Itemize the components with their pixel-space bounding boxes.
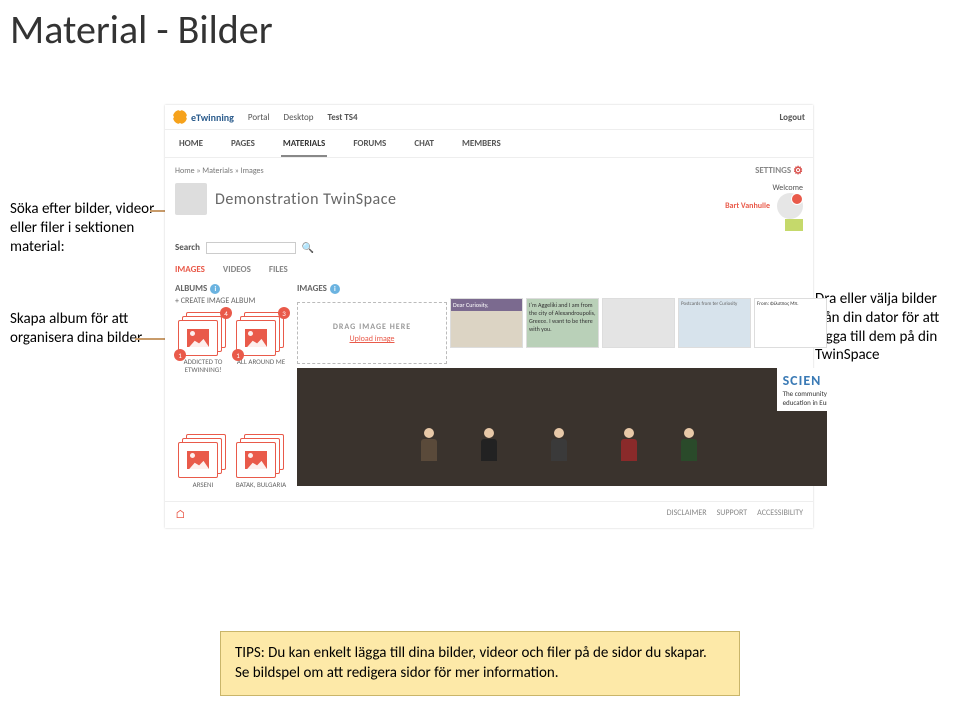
nav-members[interactable]: MEMBERS: [462, 138, 501, 149]
image-thumb[interactable]: I'm Aggeliki and I am from the city of A…: [526, 298, 599, 348]
home-icon[interactable]: ⌂: [175, 508, 186, 522]
material-tabs: IMAGES VIDEOS FILES: [165, 258, 813, 277]
scientix-overlay: SCIEN The community for s education in E…: [777, 368, 827, 411]
tab-images[interactable]: IMAGES: [175, 264, 205, 275]
info-icon[interactable]: i: [330, 284, 340, 294]
footer-disclaimer[interactable]: DISCLAIMER: [667, 508, 707, 522]
image-thumb[interactable]: Postcards from ter Curiosity: [678, 298, 751, 348]
callout-search: Söka efter bilder, videor eller filer i …: [10, 200, 155, 256]
album-count-badge: 4: [220, 307, 232, 319]
slide-title: Material - Bilder: [0, 0, 960, 59]
album-count-badge: 3: [278, 307, 290, 319]
album-item[interactable]: 3 1 ALL AROUND ME: [233, 312, 289, 374]
nav-forums[interactable]: FORUMS: [353, 138, 386, 149]
upload-link[interactable]: Upload image: [350, 334, 395, 344]
footer: ⌂ DISCLAIMER SUPPORT ACCESSIBILITY: [165, 501, 813, 528]
screenshot-frame: eTwinning Portal Desktop Test TS4 Logout…: [165, 105, 813, 528]
flower-icon: [173, 110, 187, 124]
create-album-link[interactable]: + CREATE IMAGE ALBUM: [175, 296, 255, 306]
image-thumb[interactable]: Dear Curiosity,: [450, 298, 523, 348]
callout-albums: Skapa album för att organisera dina bild…: [10, 310, 155, 348]
picture-icon: [187, 329, 209, 347]
picture-icon: [187, 451, 209, 469]
album-caption: BATAK, BULGARIA: [233, 480, 289, 489]
album-item[interactable]: 4 1 ADDICTED TO ETWINNING!: [175, 312, 231, 374]
picture-icon: [245, 451, 267, 469]
settings-link[interactable]: SETTINGS⚙: [755, 164, 803, 177]
brand-logo: eTwinning: [173, 110, 234, 124]
welcome-box: Welcome Bart Vanhulle: [725, 183, 803, 231]
album-caption: ARSENI: [175, 480, 231, 489]
tab-videos[interactable]: VIDEOS: [223, 264, 251, 275]
search-label: Search: [175, 242, 200, 253]
search-icon[interactable]: 🔍: [302, 241, 314, 254]
top-link-project[interactable]: Test TS4: [328, 112, 358, 123]
tip-box: TIPS: Du kan enkelt lägga till dina bild…: [220, 631, 740, 696]
large-image[interactable]: SCIEN The community for s education in E…: [297, 368, 827, 486]
tip-line2: Se bildspel om att redigera sidor för me…: [235, 664, 725, 684]
picture-icon: [245, 329, 267, 347]
nav-chat[interactable]: CHAT: [414, 138, 434, 149]
album-caption: ADDICTED TO ETWINNING!: [175, 358, 231, 374]
gear-icon: ⚙: [793, 164, 803, 177]
drop-zone[interactable]: DRAG IMAGE HERE Upload image: [297, 302, 447, 364]
top-link-desktop[interactable]: Desktop: [284, 112, 314, 123]
tip-line1: TIPS: Du kan enkelt lägga till dina bild…: [235, 644, 725, 664]
workspace-avatar: [175, 183, 207, 215]
mail-icon[interactable]: [785, 219, 803, 231]
nav-pages[interactable]: PAGES: [231, 138, 255, 149]
footer-accessibility[interactable]: ACCESSIBILITY: [757, 508, 803, 522]
info-icon[interactable]: i: [210, 284, 220, 294]
album-caption: ALL AROUND ME: [233, 358, 289, 374]
nav-materials[interactable]: MATERIALS: [283, 138, 325, 149]
logout-link[interactable]: Logout: [780, 112, 805, 123]
user-name[interactable]: Bart Vanhulle: [725, 201, 770, 211]
image-thumb[interactable]: From: Φίλιππος Μπ.: [754, 298, 827, 348]
album-item[interactable]: ARSENI: [175, 434, 231, 489]
footer-support[interactable]: SUPPORT: [717, 508, 748, 522]
tab-files[interactable]: FILES: [269, 264, 288, 275]
images-heading: IMAGESi: [297, 283, 827, 294]
nav-home[interactable]: HOME: [179, 138, 203, 149]
albums-heading: ALBUMSi: [175, 283, 289, 294]
brand-text: eTwinning: [191, 111, 234, 124]
main-nav: HOME PAGES MATERIALS FORUMS CHAT MEMBERS: [165, 130, 813, 158]
image-thumb[interactable]: [602, 298, 675, 348]
search-input[interactable]: [206, 242, 296, 254]
page-title: Demonstration TwinSpace: [215, 190, 396, 209]
breadcrumb[interactable]: Home » Materials » Images: [175, 166, 264, 176]
drop-label: DRAG IMAGE HERE: [333, 322, 411, 332]
avatar[interactable]: [777, 193, 803, 219]
album-count-badge: 1: [174, 349, 186, 361]
top-link-portal[interactable]: Portal: [248, 112, 270, 123]
album-count-badge: 1: [232, 349, 244, 361]
top-bar: eTwinning Portal Desktop Test TS4 Logout: [165, 105, 813, 130]
album-item[interactable]: BATAK, BULGARIA: [233, 434, 289, 489]
